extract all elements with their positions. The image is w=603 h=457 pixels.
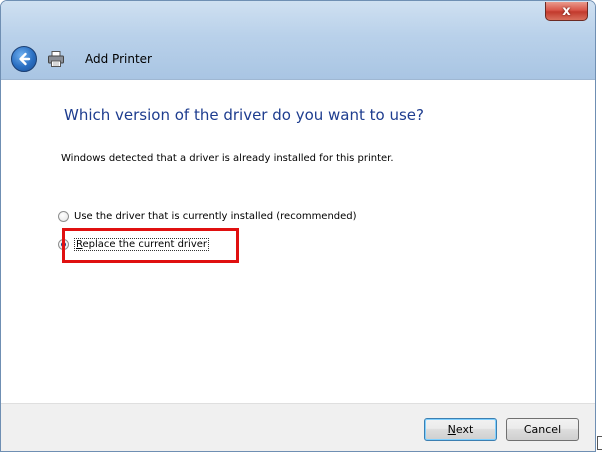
option-use-installed-driver[interactable]: Use the driver that is currently install… [58, 211, 357, 222]
cancel-button[interactable]: Cancel [506, 418, 579, 441]
add-printer-window: x Add Printer Which version of the drive… [0, 0, 596, 452]
back-button[interactable] [11, 46, 37, 72]
wizard-title: Add Printer [85, 52, 152, 66]
wizard-footer: Next Cancel [1, 403, 595, 451]
resize-grip[interactable] [597, 436, 602, 450]
next-button[interactable]: Next [424, 418, 497, 441]
page-heading: Which version of the driver do you want … [64, 106, 424, 124]
wizard-header: Add Printer [11, 39, 585, 79]
close-button[interactable]: x [545, 2, 588, 21]
back-arrow-icon [19, 52, 31, 66]
title-bar: x Add Printer [1, 1, 595, 79]
close-icon: x [562, 3, 571, 19]
option-use-installed-driver-label: Use the driver that is currently install… [74, 211, 357, 222]
page-description: Windows detected that a driver is alread… [61, 153, 394, 164]
radio-use-installed-driver[interactable] [58, 211, 69, 222]
highlight-annotation [62, 228, 239, 263]
printer-icon [48, 51, 64, 67]
